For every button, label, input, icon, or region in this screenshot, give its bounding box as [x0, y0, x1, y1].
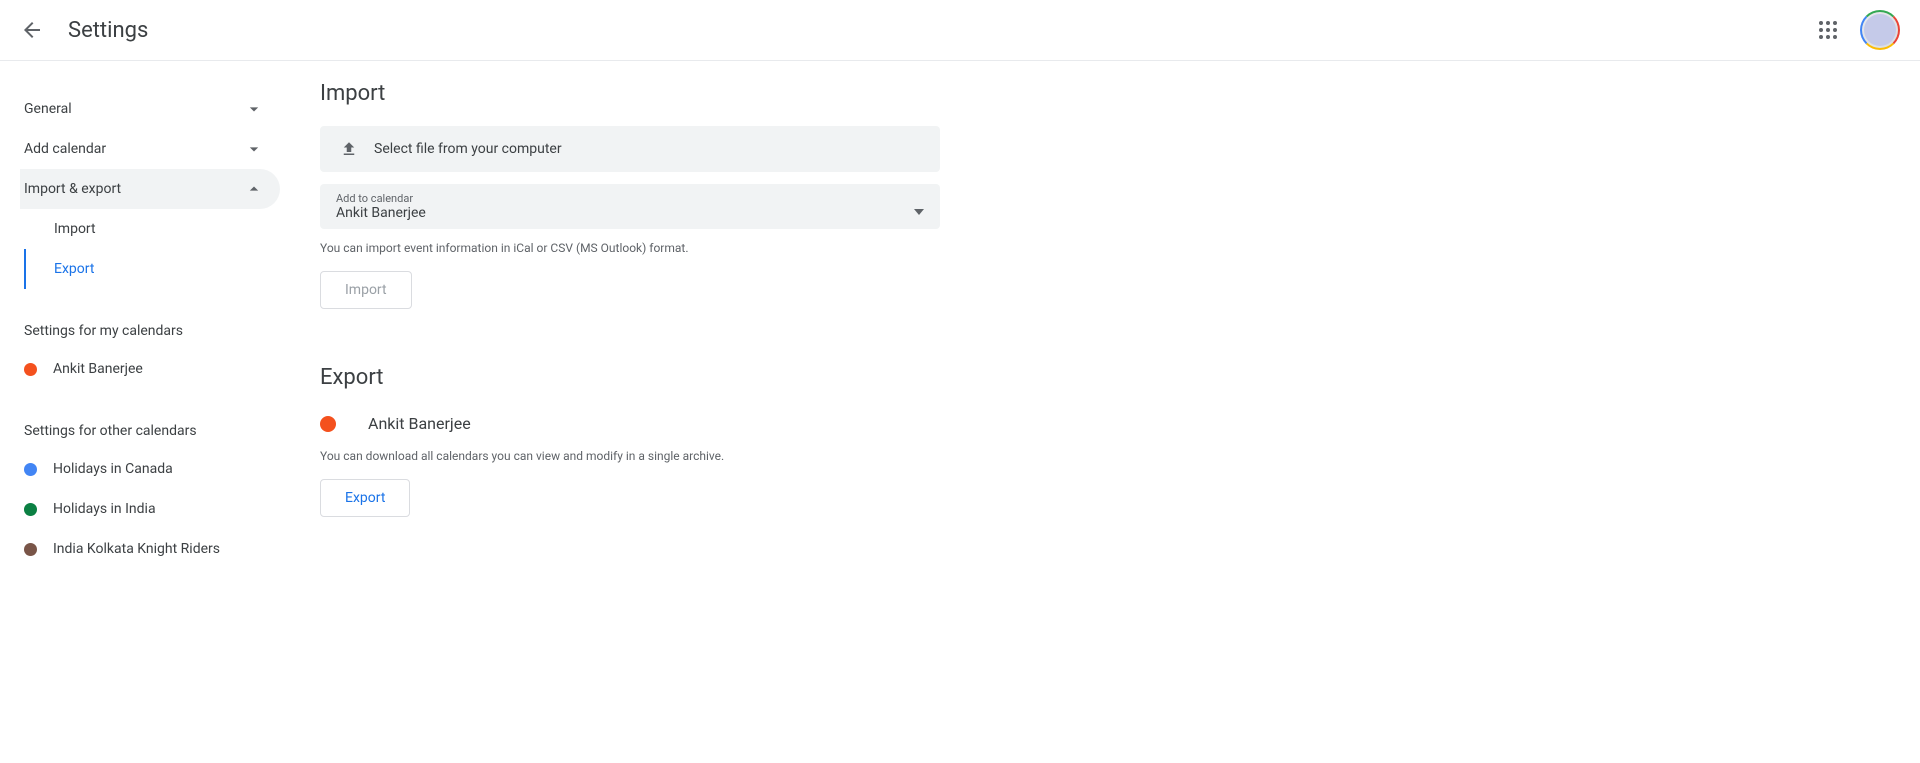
- calendar-color-dot: [320, 416, 336, 432]
- header-right: [1808, 10, 1900, 50]
- calendar-item-label: Ankit Banerjee: [53, 361, 143, 377]
- select-field-text: Add to calendar Ankit Banerjee: [336, 192, 426, 221]
- sidebar-item-import-export[interactable]: Import & export: [20, 169, 280, 209]
- sidebar: General Add calendar Import & export Imp…: [0, 81, 280, 601]
- header-left: Settings: [20, 18, 148, 43]
- calendar-color-dot: [24, 503, 37, 516]
- import-button-label: Import: [345, 282, 387, 298]
- header: Settings: [0, 0, 1920, 61]
- calendar-item-label: Holidays in India: [53, 501, 156, 517]
- calendar-item-label: India Kolkata Knight Riders: [53, 541, 220, 557]
- calendar-item[interactable]: Holidays in Canada: [20, 449, 280, 489]
- sidebar-subitem-label: Export: [54, 261, 94, 277]
- dropdown-triangle-icon: [914, 202, 924, 212]
- calendar-color-dot: [24, 463, 37, 476]
- chevron-down-icon: [244, 99, 264, 119]
- sidebar-item-general[interactable]: General: [20, 89, 280, 129]
- sidebar-heading-my-calendars: Settings for my calendars: [20, 313, 280, 349]
- import-section: Import Select file from your computer Ad…: [320, 81, 1080, 309]
- sidebar-subitem-import[interactable]: Import: [24, 209, 280, 249]
- upload-icon: [340, 140, 358, 158]
- calendar-item[interactable]: India Kolkata Knight Riders: [20, 529, 280, 569]
- import-helper-text: You can import event information in iCal…: [320, 241, 1080, 255]
- import-section-title: Import: [320, 81, 1080, 106]
- page-title: Settings: [68, 18, 148, 43]
- chevron-down-icon: [244, 139, 264, 159]
- calendar-color-dot: [24, 543, 37, 556]
- select-file-button[interactable]: Select file from your computer: [320, 126, 940, 172]
- content: General Add calendar Import & export Imp…: [0, 61, 1920, 601]
- export-calendar-label: Ankit Banerjee: [368, 414, 471, 433]
- calendar-item-label: Holidays in Canada: [53, 461, 173, 477]
- sidebar-item-add-calendar[interactable]: Add calendar: [20, 129, 280, 169]
- chevron-up-icon: [244, 179, 264, 199]
- export-button[interactable]: Export: [320, 479, 410, 517]
- calendar-color-dot: [24, 363, 37, 376]
- main: Import Select file from your computer Ad…: [280, 81, 1120, 601]
- export-calendar-row: Ankit Banerjee: [320, 410, 1080, 437]
- sidebar-section-main: General Add calendar Import & export Imp…: [20, 89, 280, 289]
- export-section: Export Ankit Banerjee You can download a…: [320, 365, 1080, 517]
- sidebar-subitem-export[interactable]: Export: [24, 249, 280, 289]
- sidebar-section-my-calendars: Settings for my calendars Ankit Banerjee: [20, 313, 280, 389]
- sidebar-heading-other-calendars: Settings for other calendars: [20, 413, 280, 449]
- sidebar-subitem-label: Import: [54, 221, 96, 237]
- back-arrow-icon[interactable]: [20, 18, 44, 42]
- export-section-title: Export: [320, 365, 1080, 390]
- sidebar-section-other-calendars: Settings for other calendars Holidays in…: [20, 413, 280, 569]
- avatar[interactable]: [1860, 10, 1900, 50]
- calendar-item[interactable]: Holidays in India: [20, 489, 280, 529]
- sidebar-item-label: Import & export: [24, 181, 121, 197]
- select-file-label: Select file from your computer: [374, 141, 562, 157]
- add-to-calendar-select[interactable]: Add to calendar Ankit Banerjee: [320, 184, 940, 229]
- apps-grid-icon[interactable]: [1808, 10, 1848, 50]
- import-button[interactable]: Import: [320, 271, 412, 309]
- select-value: Ankit Banerjee: [336, 205, 426, 221]
- sidebar-item-label: Add calendar: [24, 141, 106, 157]
- export-helper-text: You can download all calendars you can v…: [320, 449, 1080, 463]
- export-button-label: Export: [345, 490, 385, 506]
- sidebar-item-label: General: [24, 101, 72, 117]
- calendar-item[interactable]: Ankit Banerjee: [20, 349, 280, 389]
- select-label: Add to calendar: [336, 192, 426, 205]
